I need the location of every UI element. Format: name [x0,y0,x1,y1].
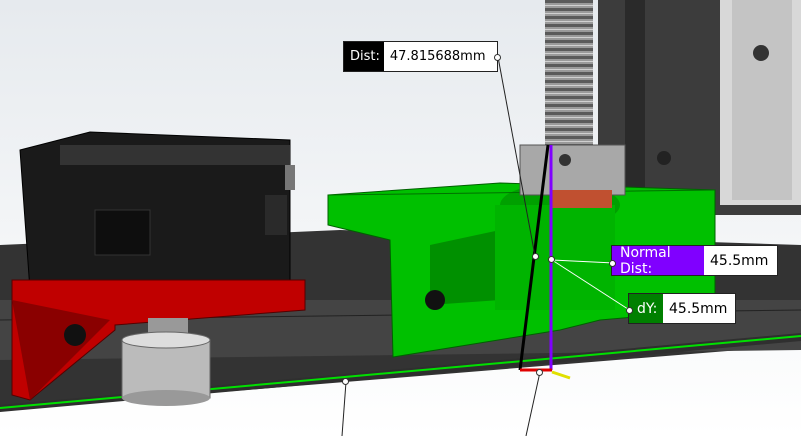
dist-callout[interactable]: Dist: 47.815688mm [343,41,498,72]
base-point-marker[interactable] [536,369,543,376]
lead-screw [545,0,593,150]
normal-dist-callout[interactable]: Normal Dist: 45.5mm [611,245,778,277]
normal-dist-callout-anchor[interactable] [609,260,616,267]
dy-value: 45.5mm [663,294,734,323]
dist-callout-anchor[interactable] [494,54,501,61]
normal-dist-label: Normal Dist: [612,245,704,277]
normal-point-marker[interactable] [548,256,555,263]
vertical-rail [598,0,801,215]
dy-label: dY: [629,294,663,323]
stepper-motor [19,131,295,291]
dist-point-marker[interactable] [532,253,539,260]
normal-dist-value: 45.5mm [704,246,775,275]
dist-label: Dist: [344,42,384,71]
dist-value: 47.815688mm [383,42,492,71]
dy-callout[interactable]: dY: 45.5mm [628,293,736,324]
dy-callout-anchor[interactable] [626,307,633,314]
edge-point-marker[interactable] [342,378,349,385]
